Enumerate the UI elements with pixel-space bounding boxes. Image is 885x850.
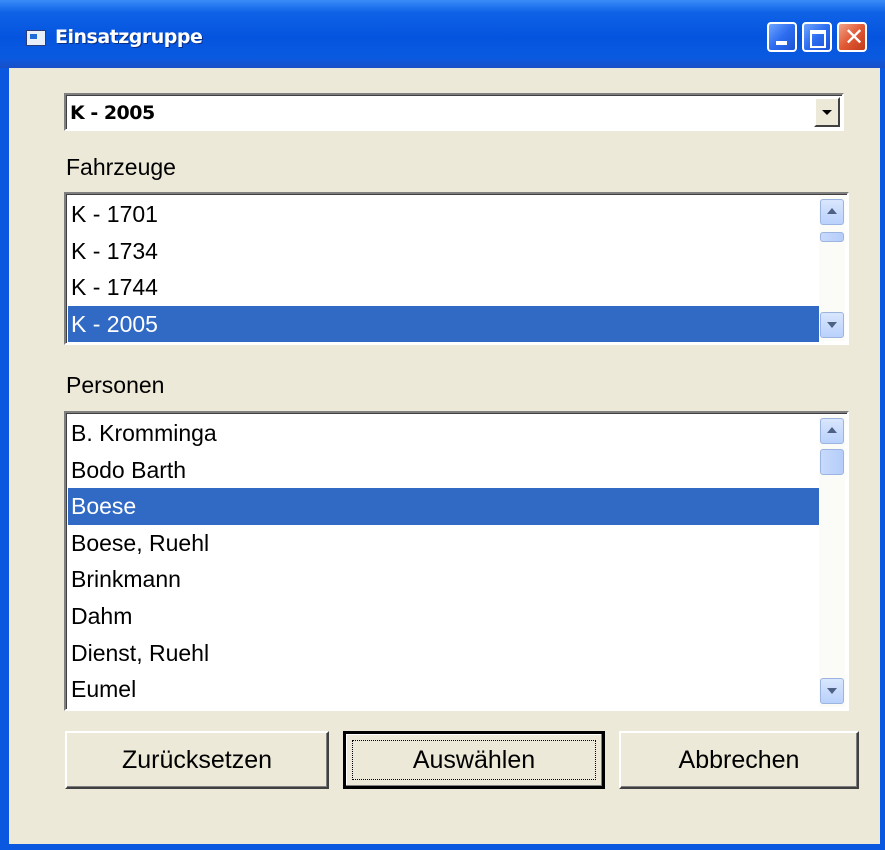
cancel-button[interactable]: Abbrechen bbox=[619, 731, 859, 789]
form-icon[interactable] bbox=[26, 30, 46, 46]
scroll-up-button[interactable] bbox=[820, 199, 844, 225]
scroll-down-button[interactable] bbox=[820, 312, 844, 338]
window-title: Einsatzgruppe bbox=[55, 26, 203, 48]
scroll-up-button[interactable] bbox=[820, 418, 844, 444]
minimize-button[interactable] bbox=[767, 22, 797, 52]
list-item[interactable]: B. Kromminga bbox=[68, 415, 819, 452]
list-item[interactable]: Brinkmann bbox=[68, 561, 819, 598]
list-item[interactable]: K - 1701 bbox=[68, 196, 819, 233]
list-item[interactable]: K - 1734 bbox=[68, 233, 819, 270]
list-item[interactable]: Dienst, Ruehl bbox=[68, 635, 819, 672]
personen-scrollbar[interactable] bbox=[819, 415, 845, 707]
list-item[interactable]: Boese bbox=[68, 488, 819, 525]
personen-listbox[interactable]: B. Kromminga Bodo Barth Boese Boese, Ruehl B… bbox=[64, 411, 849, 711]
select-button[interactable]: Auswählen bbox=[343, 731, 605, 789]
reset-button[interactable]: Zurücksetzen bbox=[65, 731, 329, 789]
einsatzgruppe-combobox[interactable]: K - 2005 bbox=[64, 93, 844, 131]
combobox-value: K - 2005 bbox=[70, 102, 155, 124]
personen-label: Personen bbox=[66, 372, 165, 398]
maximize-button[interactable] bbox=[802, 22, 832, 52]
list-item[interactable]: Bodo Barth bbox=[68, 452, 819, 489]
scroll-down-button[interactable] bbox=[820, 678, 844, 704]
list-item[interactable]: K - 1744 bbox=[68, 269, 819, 306]
scroll-thumb[interactable] bbox=[820, 232, 844, 242]
list-item[interactable]: Boese, Ruehl bbox=[68, 525, 819, 562]
close-icon: ✕ bbox=[844, 23, 865, 51]
personen-items: B. Kromminga Bodo Barth Boese Boese, Ruehl B… bbox=[68, 415, 819, 708]
fahrzeuge-scrollbar[interactable] bbox=[819, 196, 845, 341]
fahrzeuge-listbox[interactable]: K - 1701 K - 1734 K - 1744 K - 2005 bbox=[64, 192, 849, 345]
fahrzeuge-label: Fahrzeuge bbox=[66, 154, 176, 180]
list-item[interactable]: K - 2005 bbox=[68, 305, 819, 343]
dialog-client-area: K - 2005 Fahrzeuge K - 1701 K - 1734 K - 1… bbox=[9, 68, 880, 844]
dropdown-arrow-button[interactable] bbox=[814, 97, 840, 127]
close-button[interactable]: ✕ bbox=[837, 22, 867, 52]
list-item[interactable]: Dahm bbox=[68, 598, 819, 635]
fahrzeuge-items: K - 1701 K - 1734 K - 1744 K - 2005 bbox=[68, 196, 819, 343]
focus-rectangle bbox=[352, 740, 596, 780]
dialog-window: Einsatzgruppe ✕ K - 2005 Fahrzeuge K - 1… bbox=[0, 0, 885, 850]
list-item[interactable]: Eumel bbox=[68, 671, 819, 708]
scroll-thumb[interactable] bbox=[820, 449, 844, 475]
title-bar[interactable]: Einsatzgruppe ✕ bbox=[0, 0, 885, 68]
